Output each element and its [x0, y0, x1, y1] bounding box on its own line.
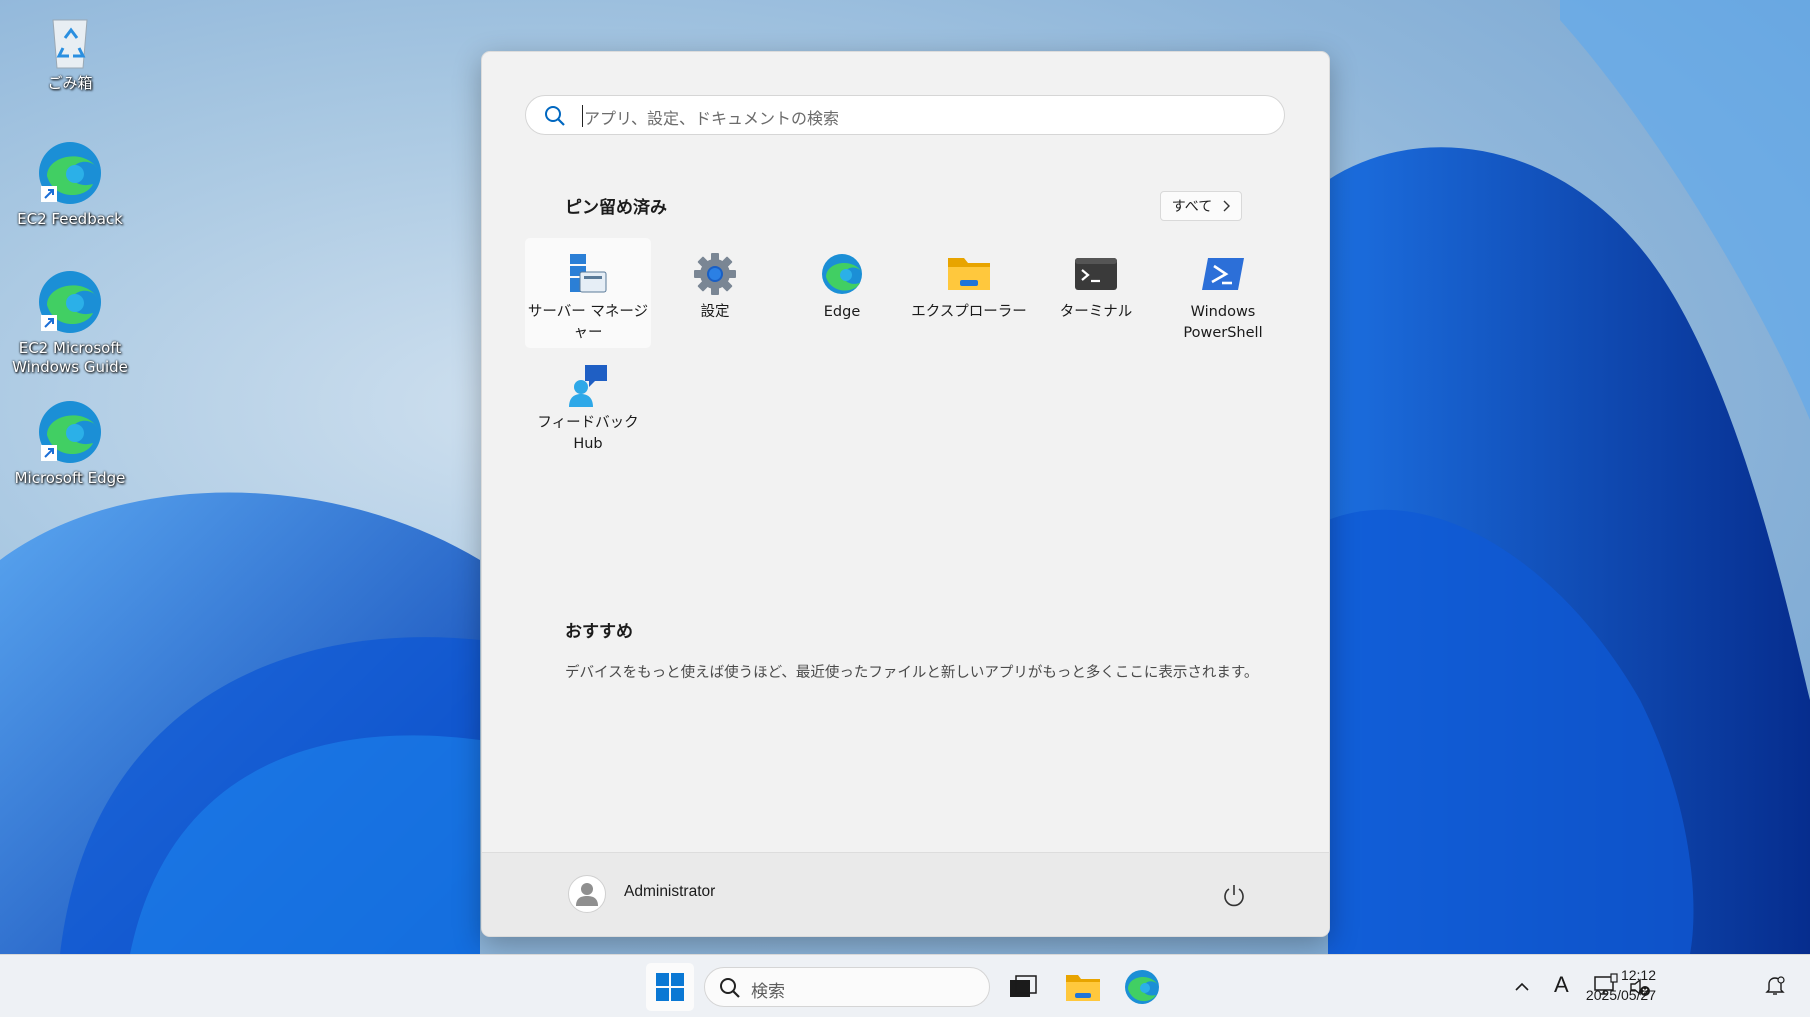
terminal-icon	[1075, 258, 1117, 290]
desktop-icon-microsoft-edge[interactable]: Microsoft Edge	[6, 397, 134, 488]
task-view-icon	[1010, 975, 1037, 997]
feedback-hub-icon	[569, 365, 607, 407]
start-menu: アプリ、設定、ドキュメントの検索 ピン留め済み すべて サーバー マネージャー	[481, 51, 1330, 937]
pinned-app-feedback-hub[interactable]: フィードバック Hub	[525, 349, 651, 459]
settings-gear-icon	[694, 253, 736, 295]
folder-icon	[948, 258, 990, 290]
search-placeholder: アプリ、設定、ドキュメントの検索	[584, 109, 840, 128]
pinned-app-label: エクスプローラー	[911, 304, 1027, 320]
recommended-empty-message: デバイスをもっと使えば使うほど、最近使ったファイルと新しいアプリがもっと多くここ…	[565, 665, 1259, 681]
pinned-app-label: 設定	[700, 304, 730, 320]
taskbar-task-view[interactable]	[1003, 967, 1043, 1007]
user-name[interactable]: Administrator	[624, 883, 715, 901]
start-button[interactable]	[646, 963, 694, 1011]
server-manager-icon	[570, 254, 607, 293]
recommended-section-title: おすすめ	[565, 622, 633, 642]
pinned-app-label: フィードバック Hub	[537, 415, 639, 452]
search-icon	[545, 106, 565, 126]
desktop-icon-ec2-feedback[interactable]: EC2 Feedback	[6, 138, 134, 229]
pinned-section-title: ピン留め済み	[565, 198, 667, 218]
desktop-icon-ec2-guide[interactable]: EC2 Microsoft Windows Guide	[6, 267, 134, 377]
pinned-app-powershell[interactable]: Windows PowerShell	[1160, 238, 1286, 348]
power-icon[interactable]	[1222, 883, 1246, 907]
clock-time[interactable]: 12:12	[1556, 967, 1656, 983]
taskbar: 検索 A 12:12 2025/05/27	[0, 954, 1810, 1017]
powershell-icon	[1202, 258, 1244, 290]
windows-logo-icon	[656, 973, 684, 1001]
all-apps-label: すべて	[1171, 199, 1213, 215]
desktop-icon-recycle-bin[interactable]: ごみ箱	[6, 12, 134, 93]
edge-shortcut-icon	[39, 142, 101, 204]
taskbar-edge[interactable]	[1122, 967, 1162, 1007]
desktop-icon-label: Microsoft Edge	[14, 469, 126, 487]
taskbar-search-label: 検索	[751, 982, 785, 1002]
user-avatar[interactable]	[568, 875, 606, 913]
pinned-app-settings[interactable]: 設定	[652, 238, 778, 348]
pinned-app-label: ターミナル	[1059, 304, 1133, 320]
clock-date[interactable]: 2025/05/27	[1556, 987, 1656, 1003]
desktop: ごみ箱 EC2 Feedback EC2 Microsoft Windows G…	[0, 0, 1810, 1017]
desktop-icon-label: EC2 Microsoft Windows Guide	[12, 339, 128, 376]
pinned-app-server-manager[interactable]: サーバー マネージャー	[525, 238, 651, 348]
taskbar-search-box[interactable]: 検索	[704, 967, 990, 1007]
start-search-input[interactable]: アプリ、設定、ドキュメントの検索	[525, 95, 1285, 135]
desktop-icon-label: ごみ箱	[47, 74, 93, 92]
file-explorer-icon	[1066, 975, 1100, 1001]
edge-shortcut-icon	[39, 401, 101, 463]
start-footer: Administrator	[482, 852, 1329, 936]
edge-shortcut-icon	[39, 271, 101, 333]
show-hidden-icons-chevron-icon[interactable]	[1512, 977, 1532, 997]
notifications-icon[interactable]	[1763, 974, 1787, 998]
user-icon	[576, 883, 598, 906]
chevron-right-icon	[1223, 200, 1231, 212]
pinned-app-label: サーバー マネージャー	[527, 304, 649, 341]
pinned-app-terminal[interactable]: ターミナル	[1033, 238, 1159, 348]
pinned-app-label: Edge	[823, 304, 861, 320]
edge-icon	[1125, 970, 1159, 1004]
desktop-icon-label: EC2 Feedback	[17, 210, 123, 228]
pinned-app-label: Windows PowerShell	[1183, 304, 1263, 341]
taskbar-file-explorer[interactable]	[1063, 967, 1103, 1007]
edge-icon	[822, 254, 862, 294]
pinned-app-explorer[interactable]: エクスプローラー	[906, 238, 1032, 348]
recycle-bin-icon	[52, 19, 88, 69]
pinned-app-edge[interactable]: Edge	[779, 238, 905, 348]
all-apps-button[interactable]: すべて	[1160, 191, 1242, 221]
text-caret	[582, 105, 583, 127]
search-icon	[720, 978, 740, 998]
